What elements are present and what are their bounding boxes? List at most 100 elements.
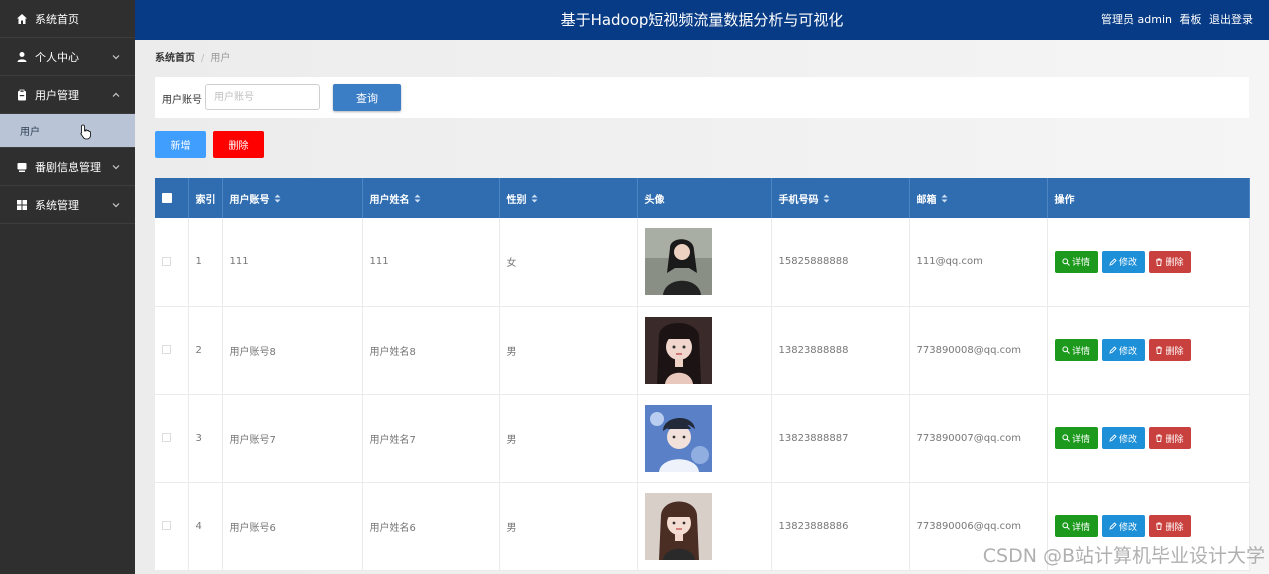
col-email-label: 邮箱 bbox=[916, 194, 937, 206]
chevron-down-icon bbox=[111, 200, 121, 210]
home-icon bbox=[16, 13, 28, 25]
nav-subitem-user[interactable]: 用户 bbox=[0, 114, 135, 148]
sort-icon bbox=[414, 194, 421, 206]
cell-account: 用户账号7 bbox=[222, 394, 363, 483]
cell-avatar bbox=[637, 482, 772, 571]
col-gender[interactable]: 性别 bbox=[499, 178, 638, 218]
cell-account: 用户账号8 bbox=[222, 306, 363, 395]
edit-button[interactable]: 修改 bbox=[1101, 250, 1145, 273]
table-row: 3 用户账号7 用户姓名7 男 13823888887 773890007@qq… bbox=[155, 394, 1250, 483]
sort-icon bbox=[274, 194, 281, 206]
avatar-image bbox=[644, 404, 712, 472]
logout-link[interactable]: 退出登录 bbox=[1209, 13, 1253, 26]
search-icon bbox=[1062, 522, 1070, 530]
user-icon bbox=[16, 51, 28, 63]
nav-sub-label: 用户 bbox=[20, 127, 40, 138]
row-checkbox[interactable] bbox=[162, 256, 171, 266]
edit-label: 修改 bbox=[1118, 434, 1137, 445]
breadcrumb: 系统首页 / 用户 bbox=[155, 49, 230, 64]
nav-item-system-management[interactable]: 系统管理 bbox=[0, 186, 135, 224]
cell-account: 用户账号6 bbox=[222, 482, 363, 571]
detail-button[interactable]: 详情 bbox=[1054, 515, 1098, 537]
breadcrumb-home[interactable]: 系统首页 bbox=[155, 53, 195, 64]
row-checkbox[interactable] bbox=[162, 433, 171, 442]
detail-button[interactable]: 详情 bbox=[1054, 427, 1098, 449]
sort-icon bbox=[941, 194, 948, 206]
delete-button[interactable]: 删除 bbox=[1148, 339, 1191, 361]
detail-button[interactable]: 详情 bbox=[1054, 250, 1098, 273]
edit-button[interactable]: 修改 bbox=[1101, 515, 1145, 537]
delete-label: 删除 bbox=[1165, 258, 1184, 269]
detail-label: 详情 bbox=[1071, 434, 1090, 445]
edit-label: 修改 bbox=[1118, 522, 1137, 533]
edit-icon bbox=[1109, 522, 1117, 530]
nav-label: 系统首页 bbox=[35, 12, 79, 26]
table-row: 2 用户账号8 用户姓名8 男 13823888888 773890008@qq… bbox=[155, 306, 1250, 395]
search-icon bbox=[1062, 258, 1070, 266]
delete-button[interactable]: 删除 bbox=[1148, 250, 1191, 273]
trash-icon bbox=[1156, 346, 1163, 354]
tv-icon bbox=[16, 161, 28, 173]
nav-item-anime-management[interactable]: 番剧信息管理 bbox=[0, 148, 135, 186]
select-all-checkbox[interactable] bbox=[162, 192, 172, 203]
cell-phone: 15825888888 bbox=[771, 218, 910, 307]
col-account[interactable]: 用户账号 bbox=[222, 178, 363, 218]
col-phone[interactable]: 手机号码 bbox=[771, 178, 910, 218]
trash-icon bbox=[1156, 258, 1163, 266]
query-button[interactable]: 查询 bbox=[333, 84, 401, 111]
cell-actions: 详情 修改 删除 bbox=[1047, 394, 1250, 483]
nav-item-home[interactable]: 系统首页 bbox=[0, 0, 135, 38]
cell-index: 1 bbox=[188, 218, 223, 307]
delete-button[interactable]: 删除 bbox=[1148, 427, 1191, 449]
main-content: 系统首页 / 用户 用户账号 查询 新增 删除 索引 用户账号 用户姓名 性别 头像… bbox=[135, 40, 1269, 574]
chevron-up-icon bbox=[111, 90, 121, 100]
row-select-cell bbox=[155, 306, 189, 395]
dashboard-link[interactable]: 看板 bbox=[1180, 13, 1202, 26]
delete-button[interactable]: 删除 bbox=[1148, 515, 1191, 537]
breadcrumb-current: 用户 bbox=[210, 53, 231, 64]
trash-icon bbox=[1156, 434, 1163, 442]
cell-gender: 男 bbox=[499, 394, 638, 483]
search-icon bbox=[1062, 346, 1070, 354]
edit-button[interactable]: 修改 bbox=[1101, 427, 1145, 449]
mouse-pointer-icon bbox=[80, 124, 92, 140]
detail-label: 详情 bbox=[1071, 258, 1090, 269]
nav-item-user-management[interactable]: 用户管理 bbox=[0, 76, 135, 114]
nav-label: 番剧信息管理 bbox=[35, 160, 101, 174]
trash-icon bbox=[1156, 522, 1163, 530]
col-phone-label: 手机号码 bbox=[778, 194, 819, 206]
chevron-down-icon bbox=[111, 52, 121, 62]
row-checkbox[interactable] bbox=[162, 345, 171, 354]
delete-label: 删除 bbox=[1165, 522, 1184, 533]
batch-delete-button[interactable]: 删除 bbox=[213, 131, 264, 158]
cell-index: 4 bbox=[188, 482, 223, 571]
edit-label: 修改 bbox=[1118, 258, 1137, 269]
breadcrumb-separator: / bbox=[201, 53, 205, 64]
add-button[interactable]: 新增 bbox=[155, 131, 206, 158]
row-checkbox[interactable] bbox=[162, 521, 171, 530]
col-account-label: 用户账号 bbox=[229, 194, 270, 206]
detail-button[interactable]: 详情 bbox=[1054, 339, 1098, 361]
cell-phone: 13823888886 bbox=[771, 482, 910, 571]
table-row: 1 111 111 女 15825888888 111@qq.com 详情 修改 删… bbox=[155, 218, 1250, 307]
col-avatar: 头像 bbox=[637, 178, 772, 218]
chevron-down-icon bbox=[111, 162, 121, 172]
sort-icon bbox=[531, 194, 538, 206]
user-table: 索引 用户账号 用户姓名 性别 头像 手机号码 邮箱 操作 1 111 111 … bbox=[155, 178, 1250, 571]
col-name[interactable]: 用户姓名 bbox=[362, 178, 500, 218]
cell-index: 2 bbox=[188, 306, 223, 395]
edit-button[interactable]: 修改 bbox=[1101, 339, 1145, 361]
col-email[interactable]: 邮箱 bbox=[909, 178, 1048, 218]
nav-item-personal-center[interactable]: 个人中心 bbox=[0, 38, 135, 76]
account-search-input[interactable] bbox=[205, 84, 320, 110]
cell-account: 111 bbox=[222, 218, 363, 307]
nav-label: 用户管理 bbox=[35, 88, 79, 102]
table-header-row: 索引 用户账号 用户姓名 性别 头像 手机号码 邮箱 操作 bbox=[155, 178, 1250, 218]
avatar-image bbox=[644, 492, 712, 560]
edit-label: 修改 bbox=[1118, 346, 1137, 357]
delete-label: 删除 bbox=[1165, 346, 1184, 357]
cell-name: 用户姓名7 bbox=[362, 394, 500, 483]
avatar-image bbox=[644, 316, 712, 384]
search-panel: 用户账号 查询 bbox=[155, 77, 1249, 118]
cell-actions: 详情 修改 删除 bbox=[1047, 306, 1250, 395]
